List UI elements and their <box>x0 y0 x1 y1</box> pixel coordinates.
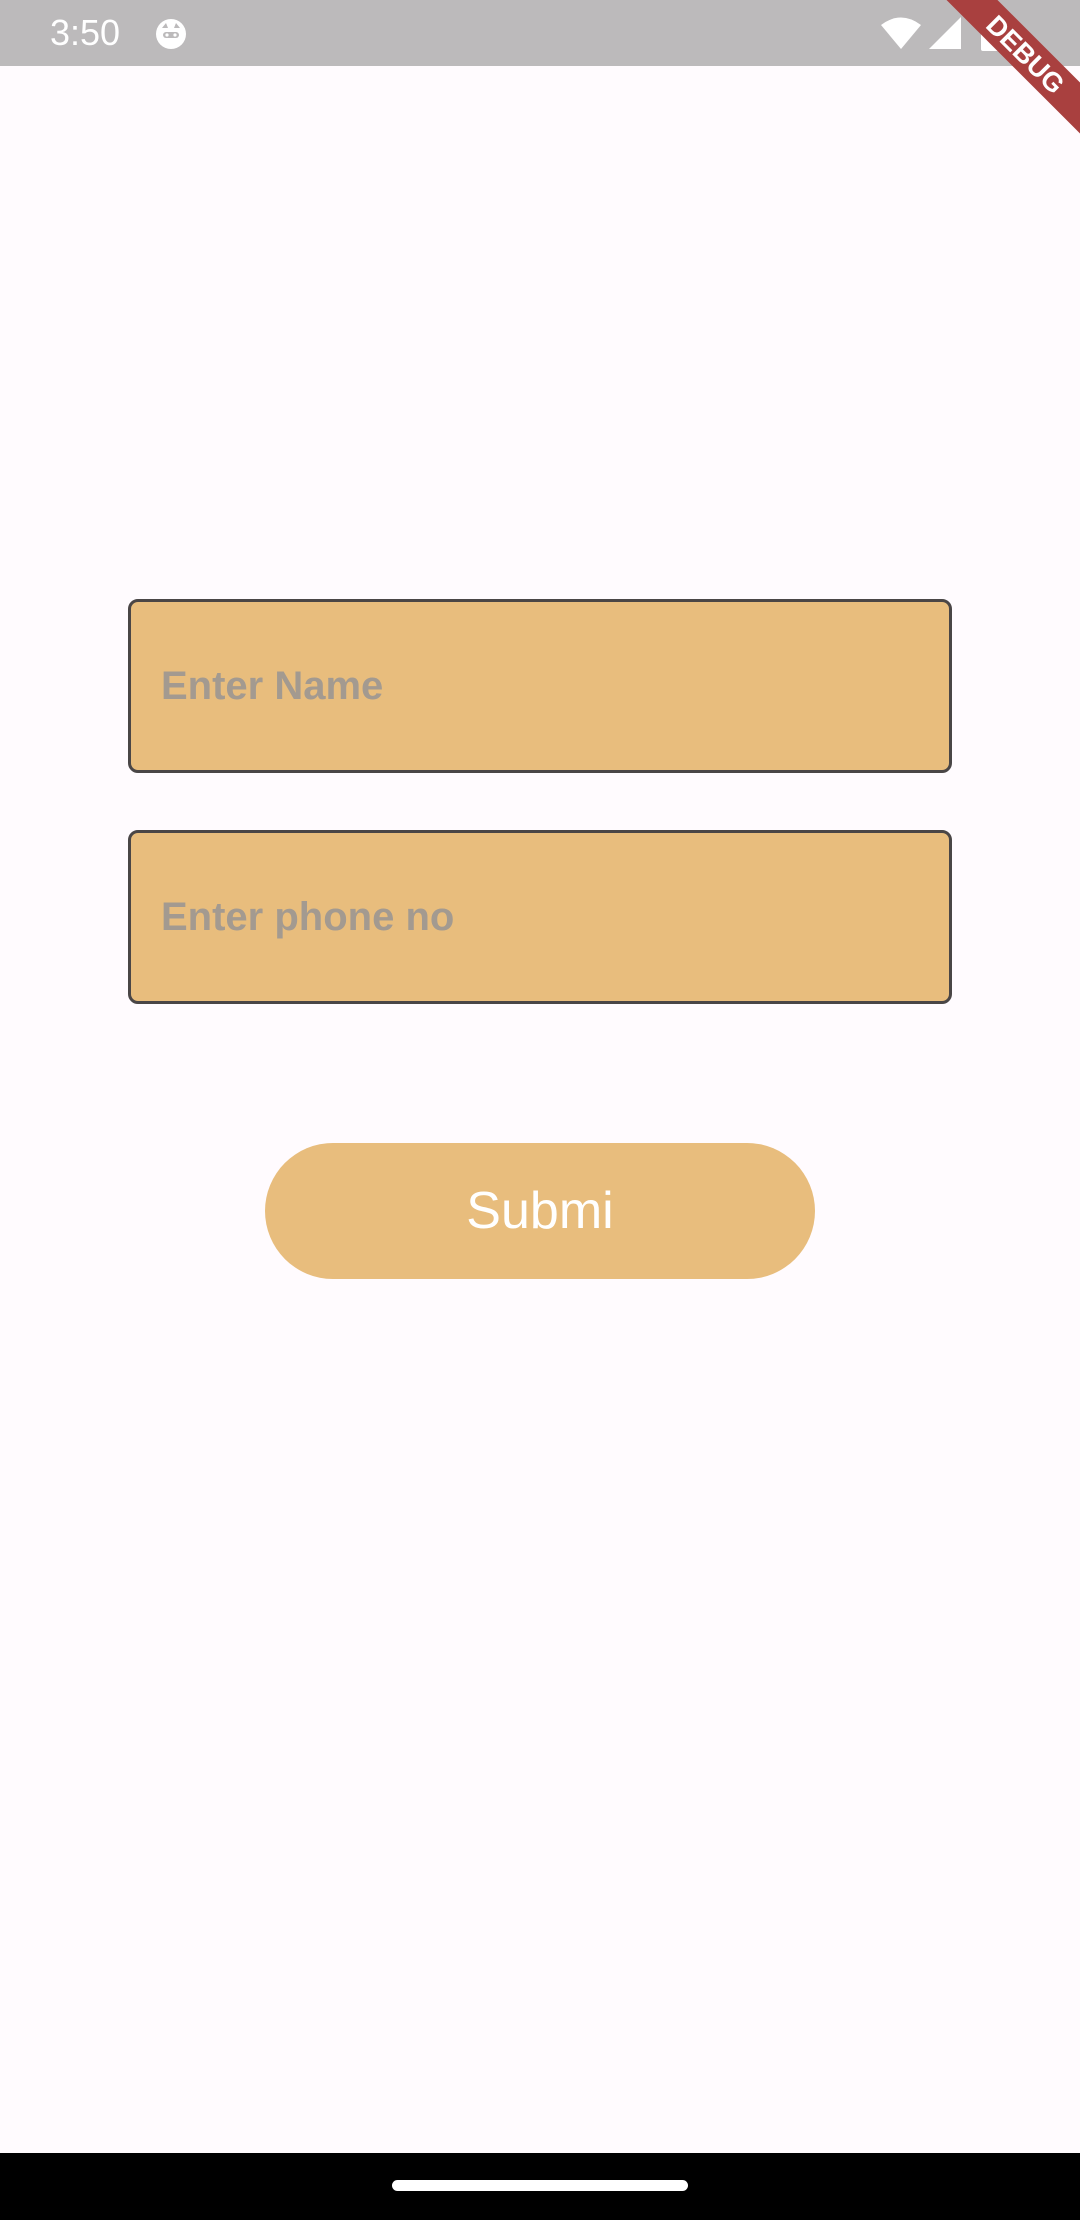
signal-icon <box>929 17 961 49</box>
phone-field[interactable] <box>128 830 952 1004</box>
status-bar: 3:50 <box>0 0 1080 66</box>
home-handle[interactable] <box>392 2180 688 2191</box>
wifi-icon <box>881 17 921 49</box>
status-time: 3:50 <box>50 12 121 53</box>
phone-input[interactable] <box>161 833 921 1001</box>
name-input[interactable] <box>161 602 921 770</box>
submit-button[interactable]: Submi <box>265 1143 815 1279</box>
navigation-bar <box>0 2153 1080 2220</box>
battery-icon <box>981 14 1001 51</box>
face-icon <box>156 19 186 49</box>
name-field[interactable] <box>128 599 952 773</box>
